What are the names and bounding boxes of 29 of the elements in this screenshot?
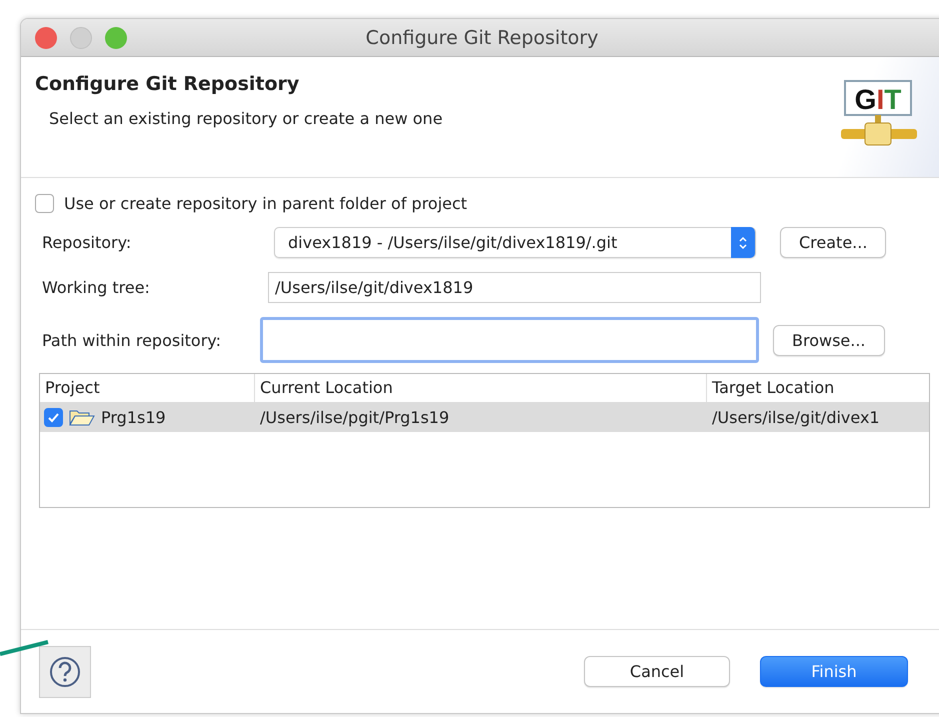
table-cell: Prg1s19 <box>101 408 166 426</box>
checkbox[interactable] <box>35 194 54 213</box>
finish-button[interactable]: Finish <box>760 656 908 687</box>
create-button[interactable]: Create... <box>780 227 886 258</box>
checkbox[interactable] <box>44 408 63 426</box>
folder-icon <box>69 408 95 426</box>
table-cell-text: /Users/ilse/pgit/Prg1s19 <box>259 408 450 426</box>
minimize-icon[interactable] <box>70 26 92 48</box>
close-icon[interactable] <box>35 26 57 48</box>
window-title: Configure Git Repository <box>364 26 600 48</box>
field-label: Path within repository: <box>41 330 222 350</box>
working-tree-field[interactable]: /Users/ilse/git/divex1819 <box>268 272 761 303</box>
page-description: Select an existing repository or create a new one <box>49 109 443 128</box>
cancel-button[interactable]: Cancel <box>584 656 730 687</box>
table-row[interactable]: Prg1s19 /Users/ilse/pgit/Prg1s19 /Users/ilse/git/divex1 <box>40 402 929 432</box>
zoom-icon[interactable] <box>105 26 127 48</box>
browse-button[interactable]: Browse... <box>773 324 885 356</box>
help-button[interactable] <box>39 646 91 698</box>
dropdown-arrows-icon <box>731 227 755 258</box>
path-field[interactable] <box>260 317 759 363</box>
repository-dropdown[interactable]: divex1819 - /Users/ilse/git/divex1819/.git <box>274 227 756 258</box>
field-label: Repository: <box>41 233 132 252</box>
checkmark-icon <box>47 410 60 424</box>
help-icon <box>49 656 81 688</box>
field-label: Working tree: <box>41 278 151 297</box>
checkbox-label: Use or create repository in parent folder of project <box>64 194 468 213</box>
column-header[interactable]: Target Location <box>707 374 927 402</box>
table-cell-text: /Users/ilse/git/divex1 <box>711 408 881 426</box>
page-title: Configure Git Repository <box>35 73 300 95</box>
